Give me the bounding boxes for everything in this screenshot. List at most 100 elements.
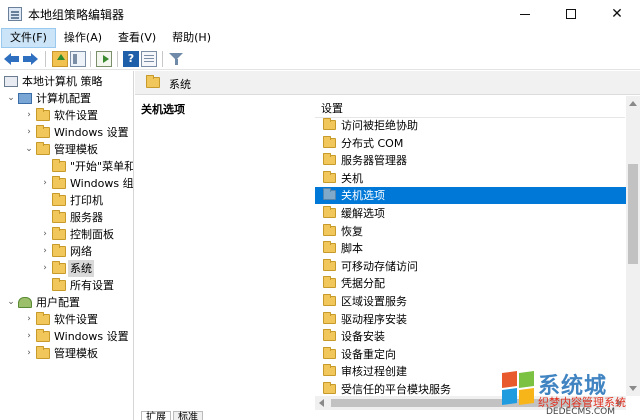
details-header: 系统 (135, 71, 640, 95)
folder-icon (323, 136, 336, 148)
settings-item-label: 分布式 COM (341, 137, 404, 150)
chevron-right-icon[interactable]: › (40, 175, 50, 192)
description-title: 关机选项 (141, 103, 185, 116)
tree-node-label: 管理模板 (54, 143, 98, 156)
settings-list-item[interactable]: 驱动程序安装 (315, 311, 627, 328)
menu-view[interactable]: 查看(V) (110, 28, 164, 48)
chevron-right-icon[interactable]: › (40, 243, 50, 260)
tree-node-system[interactable]: › 系统 (40, 260, 133, 277)
settings-column-header[interactable]: 设置 (315, 96, 625, 118)
folder-icon (52, 176, 66, 189)
settings-list-item[interactable]: 设备安装 (315, 328, 627, 345)
tree-node-software-settings[interactable]: › 软件设置 (24, 107, 133, 124)
settings-list-item[interactable]: 恢复 (315, 223, 627, 240)
tree-node-computer-config[interactable]: ⌄ 计算机配置 (6, 90, 133, 107)
folder-icon (36, 108, 50, 121)
tree-node-label: 控制面板 (70, 228, 114, 241)
tree-node-root[interactable]: 本地计算机 策略 (4, 73, 133, 90)
scroll-up-icon[interactable] (629, 101, 637, 106)
tree-node-control-panel[interactable]: › 控制面板 (40, 226, 133, 243)
tree-node-label: "开始"菜单和 (70, 160, 134, 173)
users-icon (18, 297, 32, 308)
settings-column-label: 设置 (321, 102, 343, 115)
back-icon[interactable] (4, 51, 20, 67)
tree-node-user-software-settings[interactable]: › 软件设置 (24, 311, 133, 328)
tree-node-user-windows-settings[interactable]: › Windows 设置 (24, 328, 133, 345)
chevron-right-icon[interactable]: › (24, 345, 34, 362)
folder-icon (323, 171, 336, 183)
settings-item-label: 缓解选项 (341, 207, 385, 220)
export-list-icon[interactable] (96, 51, 112, 67)
settings-list-item[interactable]: 设备重定向 (315, 346, 627, 363)
tree-node-label: 计算机配置 (36, 92, 91, 105)
maximize-button[interactable] (548, 0, 594, 28)
tree-node-all-settings[interactable]: 所有设置 (40, 277, 133, 294)
tree-node-label: 软件设置 (54, 313, 98, 326)
chevron-right-icon[interactable]: › (24, 328, 34, 345)
close-button[interactable]: ✕ (594, 0, 640, 28)
show-tree-icon[interactable] (70, 51, 86, 67)
chevron-right-icon[interactable]: › (24, 124, 34, 141)
up-folder-icon[interactable] (52, 51, 68, 67)
scroll-left-icon[interactable] (319, 399, 324, 407)
folder-icon (323, 259, 336, 271)
settings-list-item[interactable]: 脚本 (315, 240, 627, 257)
vertical-scrollbar[interactable] (626, 96, 640, 396)
chevron-down-icon[interactable]: ⌄ (24, 141, 34, 158)
chevron-down-icon[interactable]: ⌄ (6, 294, 16, 311)
tree-node-admin-templates[interactable]: ⌄ 管理模板 (24, 141, 133, 158)
folder-icon (36, 125, 50, 138)
menu-action[interactable]: 操作(A) (56, 28, 110, 48)
tab-standard[interactable]: 标准 (173, 411, 203, 420)
tree-node-windows-settings[interactable]: › Windows 设置 (24, 124, 133, 141)
tree-node-windows-components[interactable]: › Windows 组 (40, 175, 133, 192)
tree-node-network[interactable]: › 网络 (40, 243, 133, 260)
scroll-thumb[interactable] (628, 164, 638, 264)
folder-icon (323, 382, 336, 394)
settings-list-item[interactable]: 关机 (315, 170, 627, 187)
settings-list-item[interactable]: 关机选项 (315, 187, 627, 204)
group-policy-app-icon (8, 7, 22, 21)
menu-file[interactable]: 文件(F) (1, 28, 56, 48)
chevron-right-icon[interactable]: › (40, 260, 50, 277)
tree-node-label: 软件设置 (54, 109, 98, 122)
title-bar: 本地组策略编辑器 ✕ (0, 0, 640, 28)
folder-icon (323, 153, 336, 165)
settings-list-item[interactable]: 凭据分配 (315, 275, 627, 292)
folder-icon (52, 210, 66, 223)
minimize-button[interactable] (502, 0, 548, 28)
settings-list-item[interactable]: 分布式 COM (315, 135, 627, 152)
settings-list-item[interactable]: 缓解选项 (315, 205, 627, 222)
chevron-right-icon[interactable]: › (40, 226, 50, 243)
tree-node-server[interactable]: 服务器 (40, 209, 133, 226)
settings-list-item[interactable]: 服务器管理器 (315, 152, 627, 169)
tree-node-start-menu[interactable]: "开始"菜单和 (40, 158, 134, 175)
settings-list-item[interactable]: 可移动存储访问 (315, 258, 627, 275)
folder-icon (323, 241, 336, 253)
folder-icon (323, 294, 336, 306)
menu-bar: 文件(F) 操作(A) 查看(V) 帮助(H) (0, 28, 640, 48)
tree-node-printers[interactable]: 打印机 (40, 192, 133, 209)
toolbar-separator (117, 51, 118, 67)
properties-icon[interactable] (141, 51, 157, 67)
folder-icon (52, 261, 66, 274)
tree-node-user-admin-templates[interactable]: › 管理模板 (24, 345, 133, 362)
folder-icon (323, 224, 336, 236)
forward-icon[interactable] (22, 51, 38, 67)
settings-list-item[interactable]: 区域设置服务 (315, 293, 627, 310)
chevron-down-icon[interactable]: ⌄ (6, 90, 16, 107)
settings-item-label: 访问被拒绝协助 (341, 119, 418, 132)
toolbar-separator (45, 51, 46, 67)
tab-extended[interactable]: 扩展 (141, 411, 171, 420)
help-icon[interactable]: ? (123, 51, 139, 67)
windows-logo-icon (502, 370, 536, 406)
folder-icon (36, 346, 50, 359)
chevron-right-icon[interactable]: › (24, 107, 34, 124)
tree-node-user-config[interactable]: ⌄ 用户配置 (6, 294, 133, 311)
chevron-right-icon[interactable]: › (24, 311, 34, 328)
settings-list-item[interactable]: 访问被拒绝协助 (315, 117, 627, 134)
folder-icon (36, 312, 50, 325)
filter-icon[interactable] (168, 51, 184, 67)
menu-help[interactable]: 帮助(H) (164, 28, 219, 48)
settings-item-label: 凭据分配 (341, 277, 385, 290)
